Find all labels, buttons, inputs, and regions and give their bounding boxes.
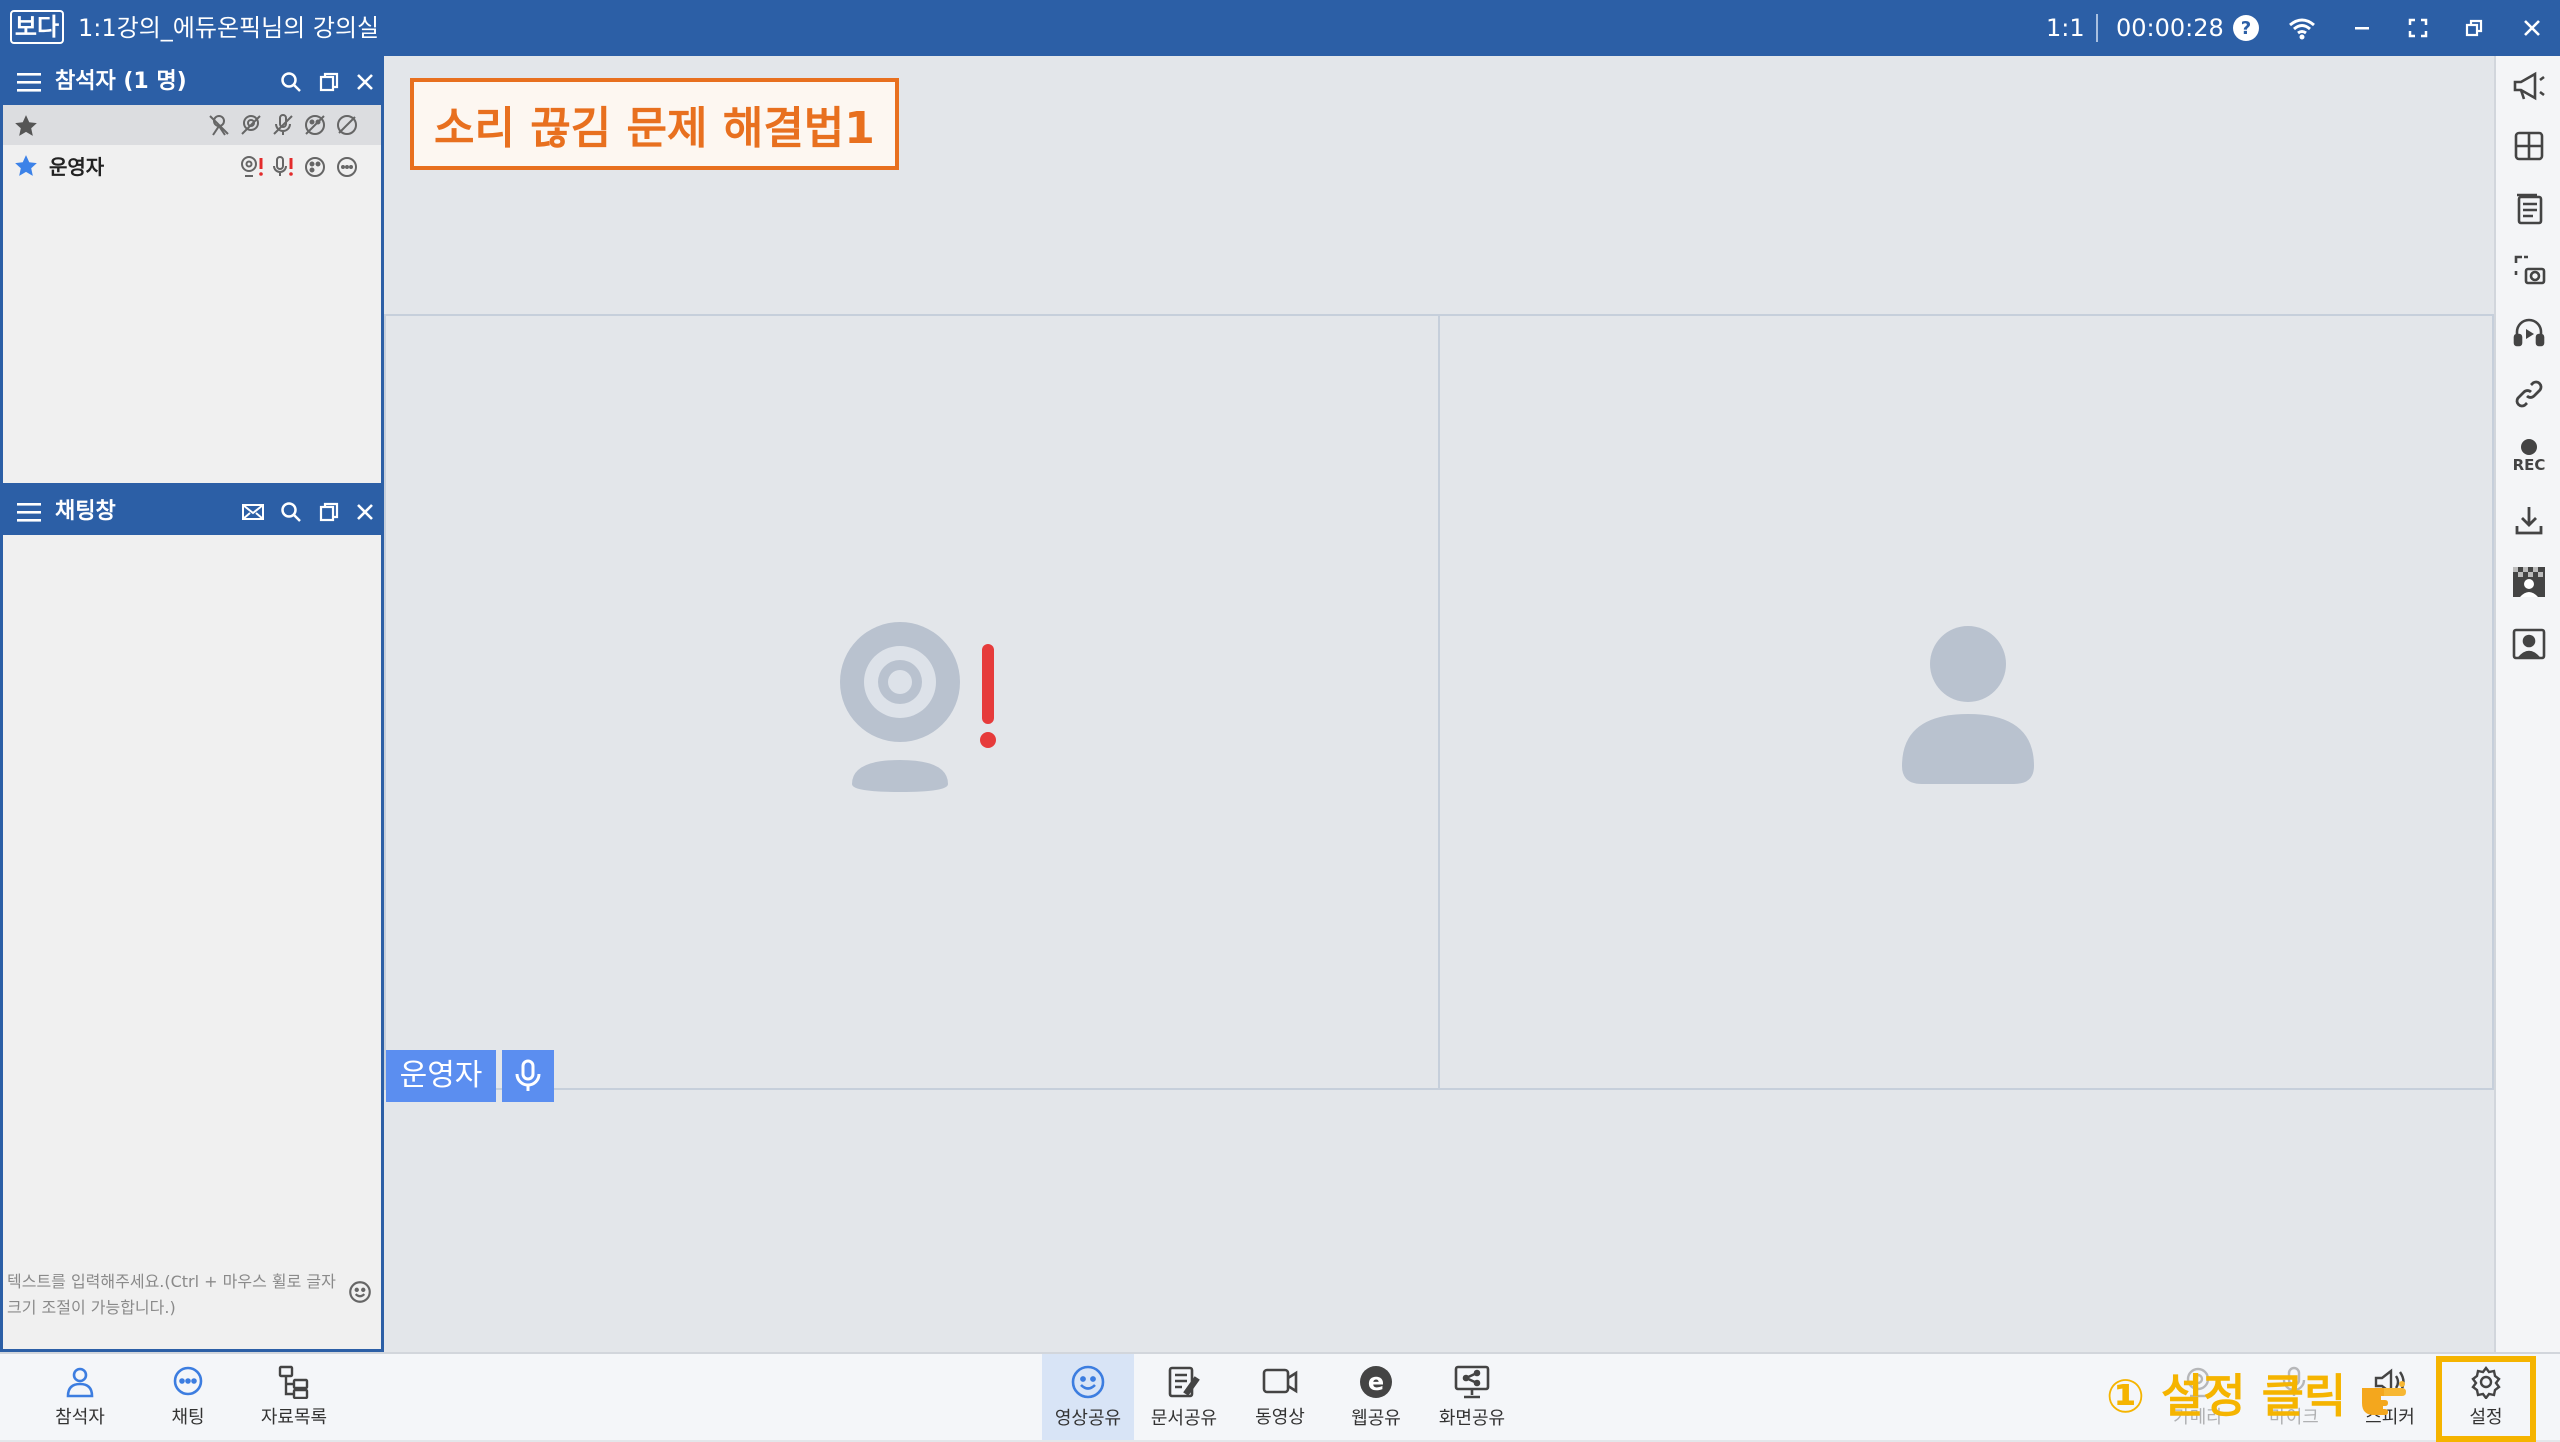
title-bar: 보다 1:1강의_에듀온픽님의 강의실 1:1 00:00:28 ?: [0, 0, 2560, 56]
document-share-label: 문서공유: [1150, 1408, 1218, 1429]
fullscreen-icon[interactable]: [2400, 10, 2436, 46]
participant-row[interactable]: 운영자: [3, 145, 381, 189]
user-placeholder-icon: [1898, 616, 2038, 790]
chat-button-label: 채팅: [171, 1407, 205, 1428]
host-star-icon: [13, 153, 39, 183]
materials-button[interactable]: 자료목록: [248, 1354, 340, 1440]
app-logo: 보다: [10, 10, 64, 44]
webcam-off-icon[interactable]: [239, 113, 263, 141]
screen-share-label: 화면공유: [1438, 1408, 1506, 1429]
participant-name: 운영자: [49, 155, 105, 179]
chat-bubble-icon[interactable]: [335, 155, 359, 183]
participants-panel: 참석자 (1 명) 운영자: [0, 56, 384, 486]
materials-button-label: 자료목록: [260, 1407, 328, 1428]
chat-icon: [173, 1366, 203, 1396]
main-stage: 소리 끊김 문제 해결법1 운영자: [384, 56, 2494, 1352]
popout-icon[interactable]: [313, 66, 345, 98]
web-share-button[interactable]: e 웹공유: [1330, 1354, 1422, 1440]
mosaic-icon[interactable]: [2505, 558, 2553, 606]
chat-input[interactable]: 텍스트를 입력해주세요.(Ctrl + 마우스 휠로 글자 크기 조절이 가능합…: [7, 1269, 337, 1321]
web-share-label: 웹공유: [1351, 1408, 1401, 1429]
palette-icon[interactable]: [303, 155, 327, 183]
class-type: 1:1: [2046, 14, 2085, 42]
draw-off-icon[interactable]: [303, 113, 327, 141]
record-label: REC: [2512, 456, 2546, 474]
layout-grid-icon[interactable]: [2505, 122, 2553, 170]
participants-panel-header: 참석자 (1 명): [3, 59, 381, 105]
restore-icon[interactable]: [2456, 10, 2492, 46]
close-icon[interactable]: [2514, 10, 2550, 46]
video-button[interactable]: 동영상: [1234, 1354, 1326, 1440]
elapsed-timer: 00:00:28: [2116, 14, 2224, 42]
window-title: 1:1강의_에듀온픽님의 강의실: [78, 14, 380, 42]
star-icon: [13, 113, 39, 143]
record-icon: [2521, 439, 2537, 455]
video-name-label: 운영자: [386, 1050, 496, 1102]
video-share-label: 영상공유: [1054, 1408, 1122, 1429]
notes-icon[interactable]: [2505, 184, 2553, 232]
settings-highlight: [2436, 1356, 2536, 1442]
video-label: 동영상: [1255, 1407, 1305, 1428]
webcam-warning-icon[interactable]: [239, 155, 265, 183]
wifi-icon: [2284, 10, 2320, 46]
pointing-hand-icon: [2356, 1370, 2412, 1426]
video-icon: [1262, 1368, 1298, 1394]
webcam-error-icon: [838, 616, 1008, 810]
video-share-button[interactable]: 영상공유: [1042, 1354, 1134, 1440]
bottom-toolbar: 참석자 채팅 자료목록 영상공유 문서공유 동영상 e 웹공유 화면공유 카메라…: [0, 1352, 2560, 1442]
video-tile-empty[interactable]: [1438, 314, 2494, 1090]
smile-icon: [1071, 1365, 1105, 1399]
close-panel-icon[interactable]: [349, 66, 381, 98]
annotation-step: ① 설정 클릭: [2106, 1369, 2347, 1423]
megaphone-icon[interactable]: [2505, 62, 2553, 110]
screen-share-icon: [1454, 1365, 1490, 1399]
capture-icon[interactable]: [2505, 246, 2553, 294]
annotation-title: 소리 끊김 문제 해결법1: [410, 78, 899, 170]
search-icon[interactable]: [275, 496, 307, 528]
popout-icon[interactable]: [313, 496, 345, 528]
video-tile-host[interactable]: 운영자: [384, 314, 1440, 1102]
chat-messages: [3, 535, 381, 1253]
chat-button[interactable]: 채팅: [142, 1354, 234, 1440]
participant-list-header-row: [3, 105, 381, 145]
person-icon: [66, 1367, 94, 1398]
chat-title: 채팅창: [55, 499, 116, 524]
mic-icon[interactable]: [502, 1050, 554, 1102]
mic-warning-icon[interactable]: [271, 155, 297, 183]
chat-panel-header: 채팅창: [3, 489, 381, 535]
document-share-button[interactable]: 문서공유: [1138, 1354, 1230, 1440]
svg-text:e: e: [1368, 1368, 1384, 1396]
help-icon[interactable]: ?: [2228, 10, 2264, 46]
download-icon[interactable]: [2505, 496, 2553, 544]
svg-text:?: ?: [2241, 18, 2251, 39]
chat-input-area[interactable]: 텍스트를 입력해주세요.(Ctrl + 마우스 휠로 글자 크기 조절이 가능합…: [3, 1263, 381, 1349]
document-share-icon: [1168, 1366, 1200, 1398]
profile-icon[interactable]: [2505, 620, 2553, 668]
mail-icon[interactable]: [237, 496, 269, 528]
right-toolbar: REC: [2494, 56, 2560, 1352]
mic-off-icon[interactable]: [271, 113, 295, 141]
web-icon: e: [1360, 1366, 1392, 1398]
folder-tree-icon: [278, 1365, 309, 1399]
record-button[interactable]: REC: [2505, 432, 2553, 480]
minimize-icon[interactable]: [2344, 10, 2380, 46]
remote-control-icon[interactable]: [207, 113, 231, 141]
menu-icon[interactable]: [17, 501, 41, 527]
chat-off-icon[interactable]: [335, 113, 359, 141]
screen-share-button[interactable]: 화면공유: [1426, 1354, 1518, 1440]
chat-panel: 채팅창 텍스트를 입력해주세요.(Ctrl + 마우스 휠로 글자 크기 조절이…: [0, 486, 384, 1352]
emoji-icon[interactable]: [347, 1279, 373, 1309]
search-icon[interactable]: [275, 66, 307, 98]
headset-icon[interactable]: [2505, 308, 2553, 356]
link-icon[interactable]: [2505, 370, 2553, 418]
menu-icon[interactable]: [17, 71, 41, 97]
divider: [2096, 14, 2098, 42]
close-panel-icon[interactable]: [349, 496, 381, 528]
participants-button-label: 참석자: [55, 1407, 105, 1428]
participants-button[interactable]: 참석자: [34, 1354, 126, 1440]
participants-title: 참석자 (1 명): [55, 69, 187, 94]
